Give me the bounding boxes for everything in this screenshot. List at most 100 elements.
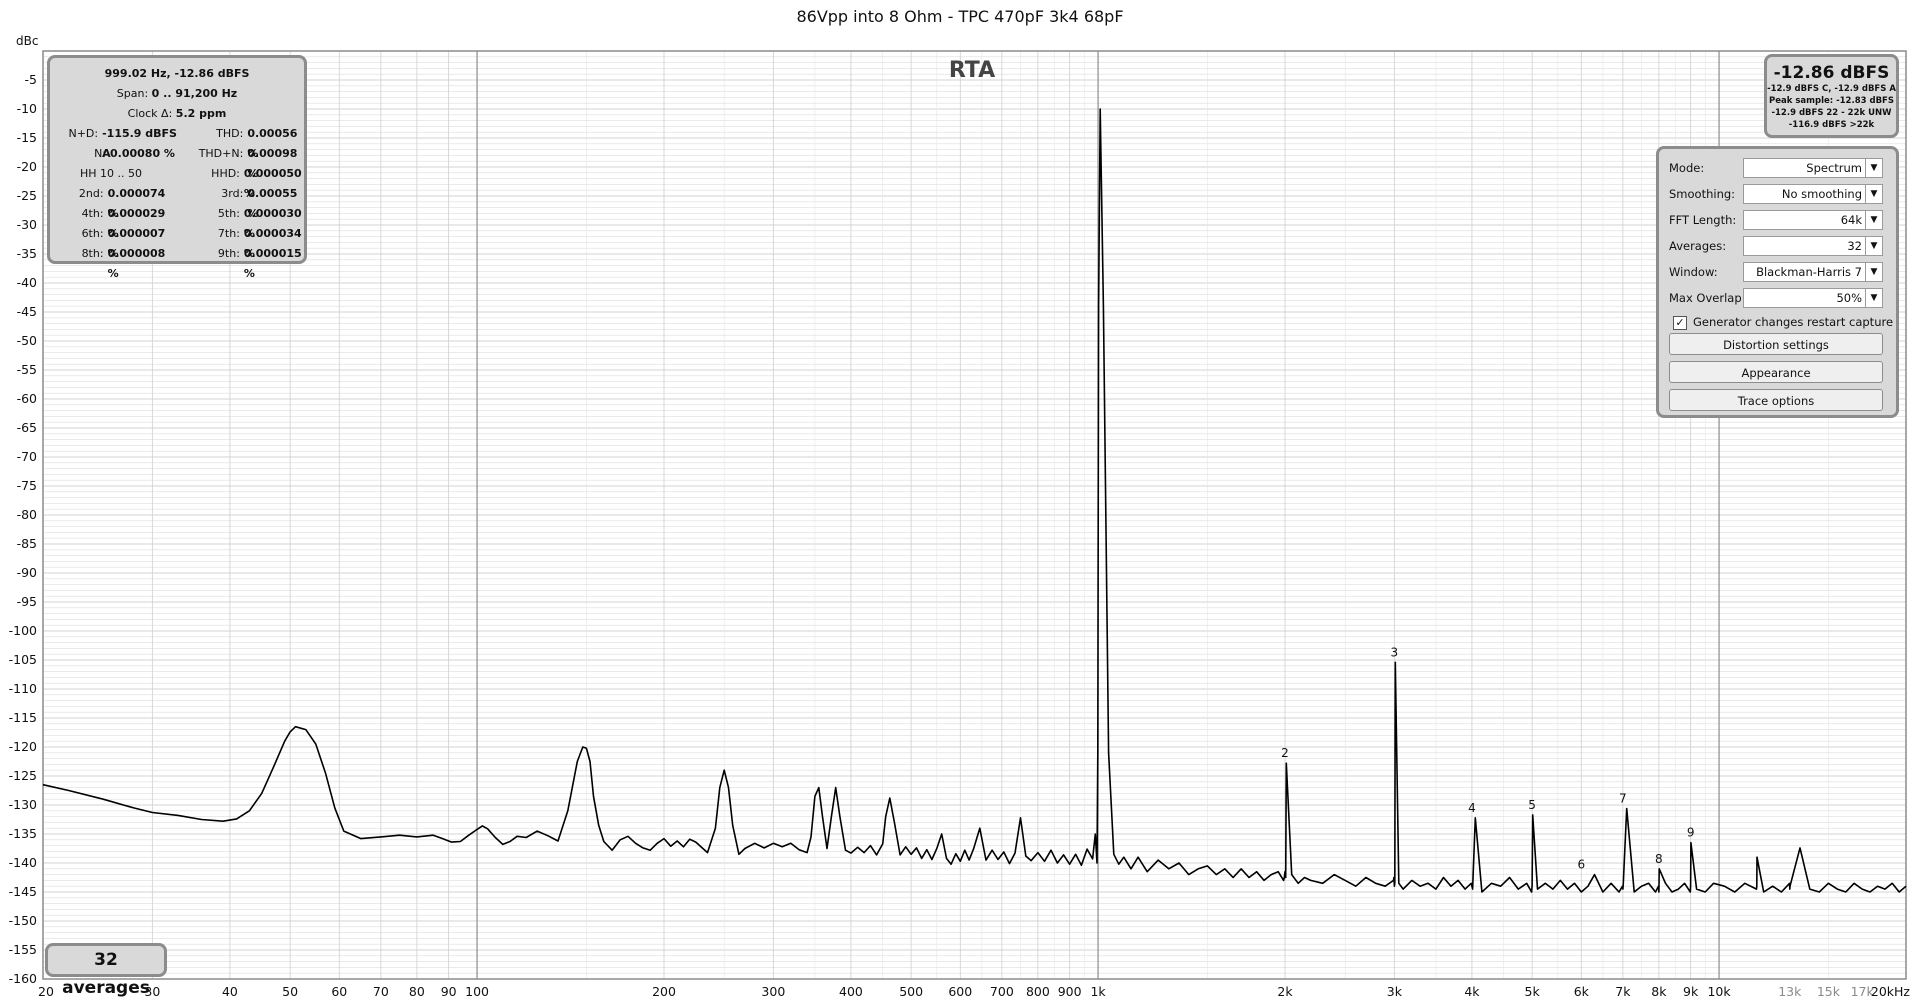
level-line-4: -116.9 dBFS >22k: [1788, 120, 1875, 130]
y-tick-label: -55: [17, 362, 37, 377]
stats-row: 2nd: 0.000074 % 3rd: 0.00055 %: [50, 184, 304, 220]
x-tick-label: 7k: [1615, 984, 1631, 999]
appearance-button[interactable]: Appearance: [1669, 361, 1883, 383]
level-panel[interactable]: -12.86 dBFS -12.9 dBFS C, -12.9 dBFS A P…: [1764, 54, 1899, 138]
stats-cell-left: 4th: 0.000029 %: [50, 204, 177, 240]
y-tick-label: -100: [9, 623, 37, 638]
averages-value: 32: [1847, 239, 1862, 253]
y-tick-label: -120: [9, 739, 37, 754]
x-tick-label: 10k: [1707, 984, 1731, 999]
stats-row: HH 10 .. 50 HHD: 0.000050 %: [50, 164, 304, 200]
max-overlap-label: Max Overlap:: [1669, 291, 1746, 305]
y-tick-label: -135: [9, 826, 37, 841]
y-tick-label: -25: [17, 188, 37, 203]
averages-select[interactable]: 32 ▼: [1743, 236, 1883, 256]
stats-cell-right: THD+N: 0.00098 %: [177, 144, 304, 180]
stats-label: HHD:: [211, 167, 240, 180]
y-tick-label: -85: [17, 536, 37, 551]
chevron-down-icon: ▼: [1865, 263, 1882, 281]
x-tick-label: 6k: [1574, 984, 1590, 999]
stats-row: 8th: 0.000008 % 9th: 0.000015 %: [50, 244, 304, 280]
chevron-down-icon: ▼: [1865, 185, 1882, 203]
stats-label: N+D:: [68, 127, 99, 140]
y-tick-label: -115: [9, 710, 37, 725]
x-tick-label: 13k: [1778, 984, 1802, 999]
stats-value: 0.000007 %: [107, 227, 166, 260]
stats-label: 4th:: [81, 207, 104, 220]
x-tick-label: 20kHz: [1871, 984, 1911, 999]
y-tick-label: -140: [9, 855, 37, 870]
harmonic-marker-label: 8: [1655, 852, 1663, 866]
y-tick-label: -160: [9, 971, 37, 986]
chevron-down-icon: ▼: [1865, 159, 1882, 177]
stats-cell-right: 7th: 0.000034 %: [177, 224, 304, 260]
x-tick-label: 70: [373, 984, 389, 999]
trace-options-button[interactable]: Trace options: [1669, 389, 1883, 411]
stats-span: Span: 0 .. 91,200 Hz: [50, 84, 304, 104]
stats-value: 0.000030 %: [243, 207, 302, 240]
y-tick-label: -30: [17, 217, 37, 232]
harmonic-marker-label: 6: [1577, 858, 1585, 872]
x-tick-label: 40: [222, 984, 238, 999]
level-readout: -12.86 dBFS: [1773, 63, 1890, 83]
stats-value: 0.00080 %: [110, 147, 175, 160]
stats-cell-right: HHD: 0.000050 %: [177, 164, 304, 200]
x-tick-label: 9k: [1683, 984, 1699, 999]
stats-cell-left: HH 10 .. 50: [50, 164, 177, 184]
x-tick-label: 15k: [1817, 984, 1841, 999]
stats-cell-left: N+D: -115.9 dBFS A: [50, 124, 177, 160]
y-tick-label: -20: [17, 159, 37, 174]
fft-length-select[interactable]: 64k ▼: [1743, 210, 1883, 230]
clock-label: Clock Δ:: [127, 107, 173, 120]
y-tick-label: -80: [17, 507, 37, 522]
span-value: 0 .. 91,200 Hz: [151, 87, 238, 100]
stats-value: 0.00055 %: [247, 187, 298, 220]
stats-cell-right: 5th: 0.000030 %: [177, 204, 304, 240]
x-tick-label: 900: [1058, 984, 1082, 999]
smoothing-select[interactable]: No smoothing ▼: [1743, 184, 1883, 204]
harmonic-marker-label: 5: [1528, 798, 1536, 812]
span-label: Span:: [116, 87, 149, 100]
stats-cell-left: N: 0.00080 %: [50, 144, 177, 164]
harmonic-marker-label: 4: [1468, 801, 1476, 815]
x-tick-label: 400: [839, 984, 863, 999]
level-line-1: -12.9 dBFS C, -12.9 dBFS A: [1767, 84, 1896, 94]
y-tick-label: -5: [25, 72, 37, 87]
x-tick-label: 2k: [1277, 984, 1293, 999]
stats-cell-left: 6th: 0.000007 %: [50, 224, 177, 260]
y-tick-label: -70: [17, 449, 37, 464]
y-tick-label: -65: [17, 420, 37, 435]
generator-restart-checkbox[interactable]: ✓: [1673, 316, 1687, 330]
y-tick-label: -95: [17, 594, 37, 609]
x-tick-label: 60: [331, 984, 347, 999]
stats-cell-left: 2nd: 0.000074 %: [50, 184, 177, 220]
distortion-settings-button[interactable]: Distortion settings: [1669, 333, 1883, 355]
controls-panel: Mode: Spectrum ▼ Smoothing: No smoothing ▼…: [1656, 146, 1899, 418]
stats-label: [50, 164, 80, 184]
checkmark-icon: ✓: [1675, 316, 1685, 329]
stats-cell-left: 8th: 0.000008 %: [50, 244, 177, 280]
generator-restart-label: Generator changes restart capture: [1693, 315, 1894, 329]
harmonic-marker-label: 2: [1281, 746, 1289, 760]
stats-panel[interactable]: 999.02 Hz, -12.86 dBFS Span: 0 .. 91,200…: [47, 55, 307, 280]
x-tick-label: 5k: [1525, 984, 1541, 999]
window-select[interactable]: Blackman-Harris 7 ▼: [1743, 262, 1883, 282]
x-tick-label: 8k: [1651, 984, 1667, 999]
mode-select[interactable]: Spectrum ▼: [1743, 158, 1883, 178]
stats-value: 0.000029 %: [107, 207, 166, 240]
stats-label: 3rd:: [221, 187, 244, 200]
y-tick-label: -10: [17, 101, 37, 116]
stats-cell-right: THD: 0.00056 %: [177, 124, 304, 160]
stats-row: 4th: 0.000029 % 5th: 0.000030 %: [50, 204, 304, 240]
stats-value: -115.9 dBFS A: [102, 127, 177, 160]
stats-value: 0.000034 %: [243, 227, 302, 260]
stats-label: THD:: [216, 127, 244, 140]
x-tick-label: 600: [948, 984, 972, 999]
y-tick-label: -150: [9, 913, 37, 928]
stats-frequency-level: 999.02 Hz, -12.86 dBFS: [104, 67, 250, 80]
level-line-3: -12.9 dBFS 22 - 22k UNW: [1771, 108, 1892, 118]
harmonic-marker-label: 3: [1391, 645, 1399, 659]
stats-label: 5th:: [217, 207, 240, 220]
smoothing-value: No smoothing: [1781, 187, 1862, 201]
max-overlap-select[interactable]: 50% ▼: [1743, 288, 1883, 308]
